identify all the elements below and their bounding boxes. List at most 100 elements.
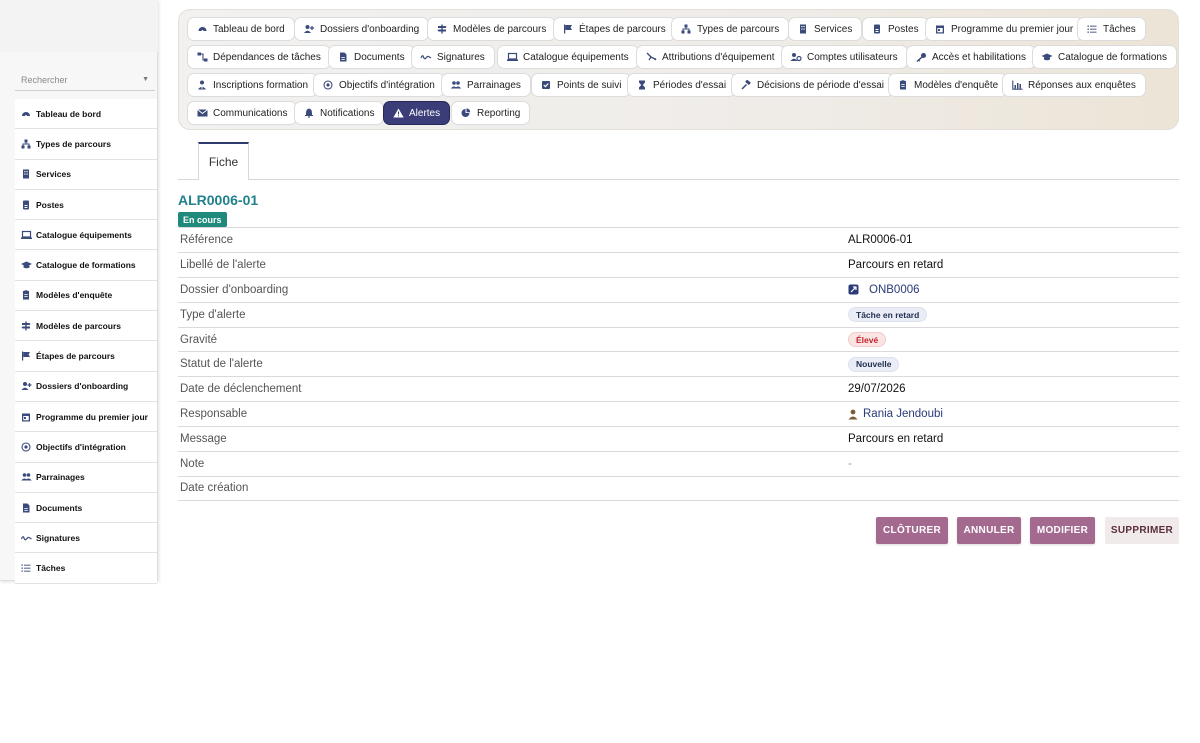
- cancel-alert-button[interactable]: ANNULER: [957, 517, 1021, 544]
- sidebar-item-etapes-de-parcours[interactable]: Étapes de parcours: [15, 341, 157, 372]
- module-chip-objectifs-d-integration[interactable]: Objectifs d'intégration: [313, 73, 445, 97]
- module-chip-communications[interactable]: Communications: [187, 101, 298, 125]
- module-chip-catalogue-de-formations[interactable]: Catalogue de formations: [1032, 45, 1177, 69]
- module-chip-dependances-de-taches[interactable]: Dépendances de tâches: [187, 45, 331, 69]
- module-chip-reporting[interactable]: Reporting: [451, 101, 531, 125]
- sidebar-item-taches[interactable]: Tâches: [15, 553, 157, 584]
- sidebar-item-parrainages[interactable]: Parrainages: [15, 463, 157, 493]
- sidebar-item-label: Tâches: [36, 563, 66, 574]
- field-row-dossier-onboarding: Dossier d'onboarding ONB0006: [178, 276, 1179, 302]
- field-value: Parcours en retard: [848, 258, 944, 271]
- field-row-statut-alerte: Statut de l'alerte Nouvelle: [178, 351, 1179, 376]
- module-chip-taches[interactable]: Tâches: [1077, 17, 1146, 41]
- field-label: Note: [180, 457, 205, 470]
- key-icon: [915, 52, 927, 62]
- module-chip-acces-et-habilitations[interactable]: Accès et habilitations: [906, 45, 1036, 69]
- sidebar-item-postes[interactable]: Postes: [15, 190, 157, 221]
- sidebar-item-programme-du-premier-jour[interactable]: Programme du premier jour: [15, 402, 157, 433]
- sidebar-item-label: Programme du premier jour: [36, 411, 148, 422]
- field-label: Statut de l'alerte: [180, 358, 263, 371]
- module-chip-reponses-aux-enquetes[interactable]: Réponses aux enquêtes: [1002, 73, 1146, 97]
- sidebar-item-label: Types de parcours: [36, 138, 111, 149]
- edit-button[interactable]: MODIFIER: [1030, 517, 1095, 544]
- field-value: Parcours en retard: [848, 433, 944, 446]
- envelope-icon: [196, 108, 208, 118]
- field-value: Rania Jendoubi: [848, 408, 943, 420]
- module-chip-label: Modèles d'enquête: [914, 79, 999, 91]
- module-chip-services[interactable]: Services: [788, 17, 863, 41]
- tab-fiche[interactable]: Fiche: [198, 142, 249, 180]
- onboarding-folder-link[interactable]: ONB0006: [869, 284, 920, 296]
- sidebar-item-services[interactable]: Services: [15, 160, 157, 190]
- module-chip-label: Dépendances de tâches: [213, 51, 321, 63]
- sidebar-item-modeles-d-enquete[interactable]: Modèles d'enquête: [15, 281, 157, 312]
- module-chip-tableau-de-bord[interactable]: Tableau de bord: [187, 17, 295, 41]
- field-label: Date création: [180, 482, 249, 495]
- signature-icon: [420, 52, 432, 62]
- module-chip-signatures[interactable]: Signatures: [411, 45, 495, 69]
- field-row-responsable: Responsable Rania Jendoubi: [178, 401, 1179, 426]
- sidebar-item-signatures[interactable]: Signatures: [15, 523, 157, 554]
- laptop-icon: [20, 230, 32, 240]
- module-chip-postes[interactable]: Postes: [862, 17, 929, 41]
- dashboard-icon: [20, 109, 32, 119]
- field-value: ONB0006: [848, 284, 920, 296]
- chart-icon: [1011, 80, 1023, 90]
- module-chip-parrainages[interactable]: Parrainages: [441, 73, 531, 97]
- module-chip-catalogue-equipements[interactable]: Catalogue équipements: [497, 45, 639, 69]
- module-navigation-bar: Tableau de bord Dossiers d'onboarding Mo…: [178, 9, 1179, 130]
- module-chip-dossiers-d-onboarding[interactable]: Dossiers d'onboarding: [294, 17, 430, 41]
- sidebar-item-objectifs-d-integration[interactable]: Objectifs d'intégration: [15, 432, 157, 463]
- module-chip-inscriptions-formation[interactable]: Inscriptions formation: [187, 73, 319, 97]
- sidebar-item-label: Postes: [36, 199, 64, 210]
- module-chip-alertes[interactable]: Alertes: [383, 101, 451, 125]
- delete-button[interactable]: SUPPRIMER: [1105, 517, 1179, 544]
- target-icon: [20, 442, 32, 452]
- sidebar-item-tableau-de-bord[interactable]: Tableau de bord: [15, 99, 157, 130]
- sidebar-item-label: Modèles d'enquête: [36, 290, 113, 301]
- module-chip-label: Inscriptions formation: [213, 79, 309, 91]
- sidebar-item-dossiers-d-onboarding[interactable]: Dossiers d'onboarding: [15, 372, 157, 402]
- field-row-reference: Référence ALR0006-01: [178, 227, 1179, 252]
- module-chip-label: Tableau de bord: [213, 23, 285, 35]
- bell-icon: [303, 108, 315, 118]
- module-chip-types-de-parcours[interactable]: Types de parcours: [671, 17, 790, 41]
- field-value: Tâche en retard: [848, 307, 928, 323]
- sidebar-search-select[interactable]: Rechercher ▼: [15, 69, 155, 91]
- module-chip-etapes-de-parcours[interactable]: Étapes de parcours: [553, 17, 676, 41]
- sidebar-item-label: Tableau de bord: [36, 108, 102, 119]
- user-tie-icon: [196, 80, 208, 90]
- sidebar-item-documents[interactable]: Documents: [15, 493, 157, 524]
- sidebar-item-label: Catalogue de formations: [36, 260, 136, 271]
- sidebar-item-catalogue-equipements[interactable]: Catalogue équipements: [15, 220, 157, 251]
- module-chip-comptes-utilisateurs[interactable]: Comptes utilisateurs: [781, 45, 908, 69]
- document-icon: [337, 52, 349, 62]
- dependency-icon: [196, 52, 208, 62]
- module-chip-label: Signatures: [437, 51, 485, 63]
- module-chip-periodes-d-essai[interactable]: Périodes d'essai: [627, 73, 737, 97]
- module-chip-label: Modèles de parcours: [453, 23, 547, 35]
- module-chip-notifications[interactable]: Notifications: [294, 101, 385, 125]
- sidebar-item-modeles-de-parcours[interactable]: Modèles de parcours: [15, 311, 157, 342]
- sidebar-item-types-de-parcours[interactable]: Types de parcours: [15, 129, 157, 160]
- responsible-user-link[interactable]: Rania Jendoubi: [863, 408, 943, 420]
- module-chip-modeles-de-parcours[interactable]: Modèles de parcours: [427, 17, 557, 41]
- module-chip-modeles-d-enquete[interactable]: Modèles d'enquête: [888, 73, 1009, 97]
- pie-chart-icon: [460, 108, 472, 118]
- module-chip-label: Objectifs d'intégration: [339, 79, 435, 91]
- search-placeholder: Rechercher: [21, 74, 68, 85]
- module-chip-documents[interactable]: Documents: [328, 45, 415, 69]
- chevron-down-icon[interactable]: ▼: [142, 76, 149, 83]
- hourglass-icon: [636, 80, 648, 90]
- users-icon: [20, 472, 32, 482]
- sidebar-item-catalogue-de-formations[interactable]: Catalogue de formations: [15, 250, 157, 281]
- sitemap-icon: [20, 139, 32, 149]
- module-chip-programme-du-premier-jour[interactable]: Programme du premier jour: [925, 17, 1084, 41]
- module-chip-attributions-d-equipement[interactable]: Attributions d'équipement: [636, 45, 785, 69]
- module-chip-points-de-suivi[interactable]: Points de suivi: [531, 73, 632, 97]
- signature-icon: [20, 533, 32, 543]
- close-alert-button[interactable]: CLÔTURER: [876, 517, 948, 544]
- module-chip-decisions-de-periode-d-essai[interactable]: Décisions de période d'essai: [731, 73, 894, 97]
- module-chip-label: Documents: [354, 51, 405, 63]
- module-chip-label: Notifications: [320, 107, 375, 119]
